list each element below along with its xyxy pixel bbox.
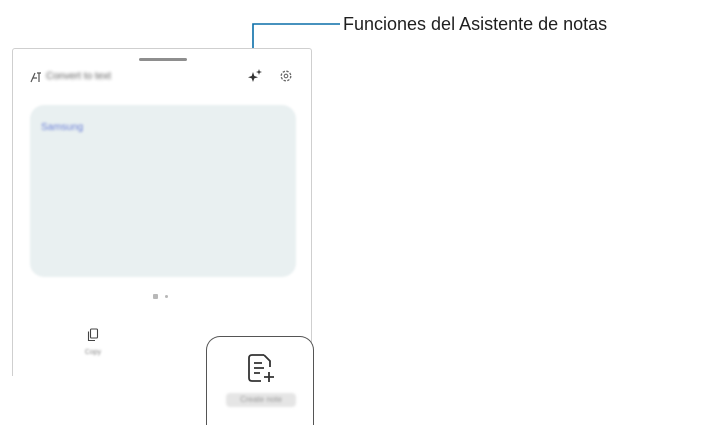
note-assist-panel: Convert to text Samsung Copy Create note — [12, 48, 314, 425]
create-note-button[interactable]: Create note — [206, 336, 314, 425]
copy-label: Copy — [84, 349, 102, 356]
drag-handle[interactable] — [139, 58, 187, 61]
copy-button[interactable]: Copy — [73, 326, 113, 366]
page-dot-active — [153, 294, 158, 299]
text-convert-icon — [30, 70, 42, 84]
copy-icon — [87, 328, 99, 342]
note-add-icon — [247, 353, 277, 385]
gear-icon[interactable] — [279, 69, 293, 83]
create-note-label: Create note — [226, 393, 296, 407]
converted-text: Samsung — [41, 122, 84, 133]
sparkle-icon[interactable] — [247, 68, 263, 82]
page-indicator — [153, 294, 168, 299]
panel-title: Convert to text — [46, 71, 112, 82]
page-dot — [165, 295, 168, 298]
callout-label: Funciones del Asistente de notas — [343, 14, 608, 34]
